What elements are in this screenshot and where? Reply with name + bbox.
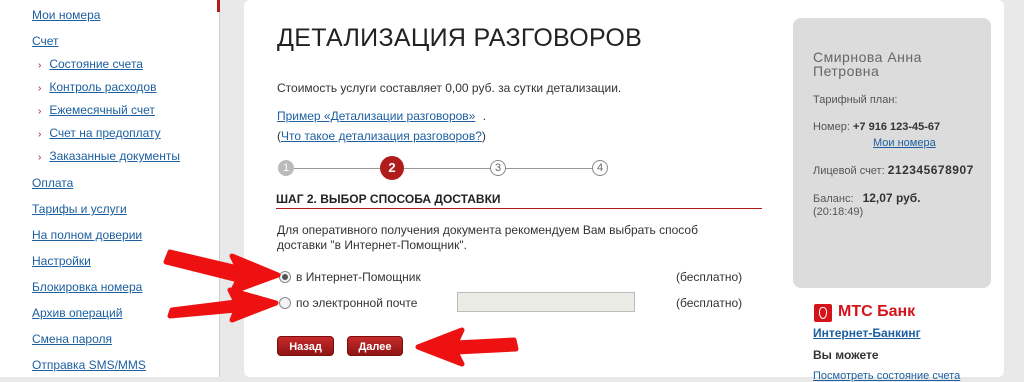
sidebar-subitem[interactable]: › Состояние счета <box>38 57 143 71</box>
example-line: Пример «Детализации разговоров» . <box>277 109 486 123</box>
option-email-price: (бесплатно) <box>676 296 743 310</box>
bullet-icon: › <box>38 83 42 94</box>
sidebar-accent <box>217 0 220 12</box>
you-can-text: Вы можете <box>813 348 879 362</box>
recommend-line-2: доставки "в Интернет-Помощник". <box>277 238 467 252</box>
sidebar-item-account-status[interactable]: Состояние счета <box>49 57 143 71</box>
email-input[interactable] <box>457 292 635 312</box>
sidebar-item-change-password[interactable]: Смена пароля <box>32 332 112 346</box>
sidebar-subitem[interactable]: › Ежемесячный счет <box>38 103 155 117</box>
left-sidebar: Мои номера Счет › Состояние счета › Контро… <box>0 0 220 377</box>
bullet-icon: › <box>38 129 42 140</box>
sidebar-item-block-number[interactable]: Блокировка номера <box>32 280 142 294</box>
sidebar-subitem[interactable]: › Контроль расходов <box>38 80 156 94</box>
sidebar-item-monthly-bill[interactable]: Ежемесячный счет <box>49 103 155 117</box>
bullet-icon: › <box>38 152 42 163</box>
mts-bank-logo-icon <box>814 304 832 322</box>
balance-row: Баланс: 12,07 руб. <box>813 191 921 205</box>
number-value: +7 916 123-45-67 <box>852 121 941 133</box>
account-value: 212345678907 <box>887 163 974 177</box>
sidebar-subitem[interactable]: › Счет на предоплату <box>38 126 161 140</box>
sidebar-item-tariffs[interactable]: Тарифы и услуги <box>32 202 127 216</box>
step-4-indicator: 4 <box>592 160 608 176</box>
step-divider <box>276 208 762 209</box>
back-button[interactable]: Назад <box>277 336 334 356</box>
bullet-icon: › <box>38 106 42 117</box>
tariff-label: Тарифный план: <box>813 94 898 106</box>
sidebar-item-archive[interactable]: Архив операций <box>32 306 122 320</box>
sidebar-item-send-sms[interactable]: Отправка SMS/MMS <box>32 358 146 372</box>
radio-email[interactable] <box>279 297 291 309</box>
example-suffix: . <box>482 109 487 123</box>
number-label: Номер: <box>813 121 850 133</box>
sidebar-item-settings[interactable]: Настройки <box>32 254 91 268</box>
what-is-line: (Что такое детализация разговоров?) <box>277 129 486 143</box>
sidebar-subitem[interactable]: › Заказанные документы <box>38 149 180 163</box>
balance-value: 12,07 руб. <box>862 191 921 205</box>
my-numbers-link[interactable]: Мои номера <box>873 137 936 149</box>
option-email-label[interactable]: по электронной почте <box>296 296 417 310</box>
sidebar-item-ordered-docs[interactable]: Заказанные документы <box>49 149 180 163</box>
bullet-icon: › <box>38 60 42 71</box>
next-button[interactable]: Далее <box>347 336 403 356</box>
bank-name: МТС Банк <box>838 303 916 320</box>
subscriber-name: Смирнова Анна Петровна <box>813 49 922 79</box>
number-row: Номер: +7 916 123-45-67 <box>813 121 940 133</box>
step-2-indicator: 2 <box>380 156 404 180</box>
balance-time: (20:18:49) <box>813 206 864 218</box>
balance-label: Баланс: <box>813 193 854 205</box>
account-label: Лицевой счет: <box>813 165 885 177</box>
sidebar-item-payment[interactable]: Оплата <box>32 176 73 190</box>
example-link[interactable]: Пример «Детализации разговоров» <box>277 109 475 123</box>
step-3-indicator: 3 <box>490 160 506 176</box>
sidebar-item-full-trust[interactable]: На полном доверии <box>32 228 142 242</box>
option-internet-assistant-label[interactable]: в Интернет-Помощник <box>296 270 421 284</box>
service-cost-text: Стоимость услуги составляет 0,00 руб. за… <box>277 81 622 95</box>
sidebar-item-prepay-bill[interactable]: Счет на предоплату <box>49 126 160 140</box>
step-1-indicator: 1 <box>278 160 294 176</box>
sidebar-item-expense-control[interactable]: Контроль расходов <box>49 80 156 94</box>
option-internet-assistant-price: (бесплатно) <box>676 270 743 284</box>
recommend-line-1: Для оперативного получения документа рек… <box>277 223 698 237</box>
what-is-link[interactable]: Что такое детализация разговоров? <box>281 129 482 143</box>
sidebar-item-account[interactable]: Счет <box>32 34 59 48</box>
internet-banking-link[interactable]: Интернет-Банкинг <box>813 326 921 340</box>
step-title: ШАГ 2. ВЫБОР СПОСОБА ДОСТАВКИ <box>276 192 501 206</box>
sidebar-item-my-numbers[interactable]: Мои номера <box>32 8 100 22</box>
account-row: Лицевой счет: 212345678907 <box>813 163 974 177</box>
radio-internet-assistant[interactable] <box>279 271 291 283</box>
paren-close: ) <box>481 129 486 143</box>
view-account-status-link[interactable]: Посмотреть состояние счета <box>813 370 960 382</box>
page-title: ДЕТАЛИЗАЦИЯ РАЗГОВОРОВ <box>277 24 643 52</box>
step-line <box>294 168 596 169</box>
